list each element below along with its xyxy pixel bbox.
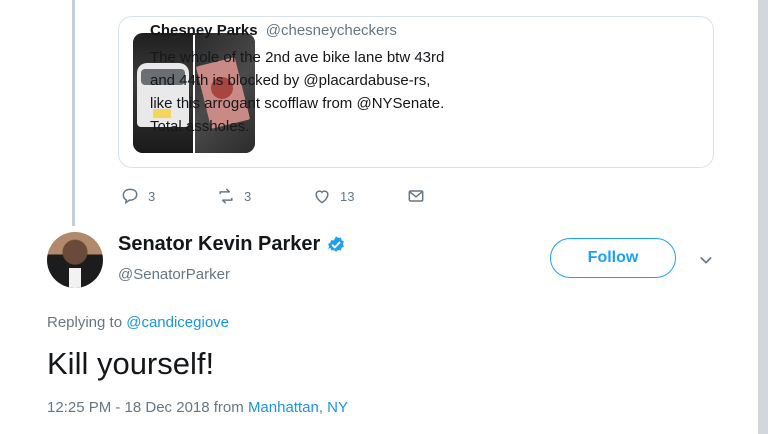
- follow-button[interactable]: Follow: [550, 238, 676, 278]
- tweet-timestamp[interactable]: 12:25 PM - 18 Dec 2018 from: [47, 399, 244, 416]
- replying-to-link[interactable]: @candicegiove: [126, 314, 229, 331]
- retweet-icon: [219, 188, 233, 204]
- chevron-down-icon[interactable]: [698, 252, 714, 268]
- replying-to-prefix: Replying to: [47, 314, 123, 331]
- author-name-row: Senator Kevin Parker: [118, 233, 346, 256]
- retweet-button[interactable]: 3: [216, 186, 251, 206]
- author-name[interactable]: Senator Kevin Parker: [118, 233, 320, 256]
- retweet-count: 3: [244, 188, 252, 204]
- reply-button[interactable]: 3: [120, 186, 155, 206]
- reply-count: 3: [148, 188, 156, 204]
- like-button[interactable]: 13: [312, 186, 354, 206]
- author-handle[interactable]: @SenatorParker: [118, 266, 230, 283]
- tweet-metadata: 12:25 PM - 18 Dec 2018 from Manhattan, N…: [47, 399, 348, 416]
- quoted-author-handle[interactable]: @chesneycheckers: [266, 22, 397, 39]
- quoted-tweet-header: Chesney Parks @chesneycheckers: [150, 22, 397, 39]
- verified-badge-icon: [328, 235, 345, 252]
- quoted-author-name[interactable]: Chesney Parks: [150, 22, 258, 39]
- avatar[interactable]: [47, 232, 103, 288]
- like-count: 13: [340, 188, 355, 204]
- message-icon: [408, 190, 424, 202]
- window-scrollbar[interactable]: [758, 0, 768, 434]
- thread-connector-line: [72, 0, 75, 226]
- quoted-tweet-text: The whole of the 2nd ave bike lane btw 4…: [150, 49, 445, 135]
- avatar-shirt: [69, 268, 81, 288]
- tweet-location-link[interactable]: Manhattan, NY: [248, 399, 348, 416]
- replying-to-context: Replying to @candicegiove: [47, 314, 229, 331]
- reply-icon: [122, 188, 138, 205]
- like-icon: [315, 190, 329, 204]
- tweet-text: Kill yourself!: [47, 346, 215, 381]
- direct-message-button[interactable]: [406, 186, 426, 206]
